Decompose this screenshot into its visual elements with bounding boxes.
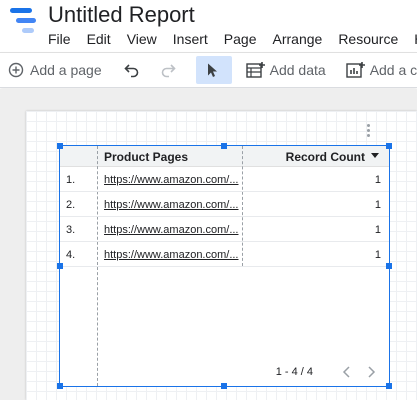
column-header-record-count[interactable]: Record Count (286, 150, 365, 164)
app-logo-icon[interactable] (10, 6, 38, 34)
row-number: 4. (66, 249, 76, 261)
row-number: 3. (66, 224, 76, 236)
product-page-link[interactable]: https://www.amazon.com/... (104, 174, 239, 186)
add-data-icon (245, 60, 266, 80)
pagination-text: 1 - 4 / 4 (275, 366, 313, 378)
column-header-product-pages[interactable]: Product Pages (104, 150, 188, 164)
product-page-link[interactable]: https://www.amazon.com/... (104, 224, 239, 236)
add-chart-button[interactable]: Add a chart (340, 56, 417, 84)
menu-insert[interactable]: Insert (165, 30, 216, 48)
table-header: Product Pages Record Count (60, 146, 389, 167)
redo-icon (158, 60, 178, 80)
table-row[interactable]: 3. https://www.amazon.com/... 1 (60, 217, 389, 242)
toolbar: Add a page Add data Add a chart (0, 52, 417, 88)
record-count-value: 1 (374, 199, 381, 211)
menu-help[interactable]: He (406, 30, 417, 48)
add-page-label: Add a page (30, 62, 102, 78)
table-chart[interactable]: Product Pages Record Count 1. https://ww… (57, 143, 392, 389)
add-data-label: Add data (269, 62, 326, 78)
record-count-value: 1 (374, 224, 381, 236)
table-row[interactable]: 1. https://www.amazon.com/... 1 (60, 167, 389, 192)
add-data-button[interactable]: Add data (240, 56, 332, 84)
report-title[interactable]: Untitled Report (48, 2, 195, 28)
menu-page[interactable]: Page (216, 30, 265, 48)
chevron-left-icon[interactable] (339, 364, 355, 380)
undo-button[interactable] (116, 56, 152, 84)
undo-icon (122, 60, 142, 80)
select-tool-button[interactable] (195, 56, 232, 84)
table-pagination: 1 - 4 / 4 (276, 364, 379, 380)
add-page-button[interactable]: Add a page (0, 56, 108, 84)
add-chart-label: Add a chart (369, 62, 417, 78)
resize-handle[interactable] (57, 263, 63, 269)
product-page-link[interactable]: https://www.amazon.com/... (104, 199, 239, 211)
table-row[interactable]: 2. https://www.amazon.com/... 1 (60, 192, 389, 217)
table-row[interactable]: 4. https://www.amazon.com/... 1 (60, 242, 389, 267)
menu-resource[interactable]: Resource (330, 30, 406, 48)
menu-file[interactable]: File (40, 30, 79, 48)
menu-edit[interactable]: Edit (79, 30, 119, 48)
resize-handle[interactable] (57, 143, 63, 149)
menu-bar: File Edit View Insert Page Arrange Resou… (40, 30, 417, 48)
menu-view[interactable]: View (119, 30, 165, 48)
resize-handle[interactable] (386, 143, 392, 149)
add-chart-icon (345, 60, 366, 80)
resize-handle[interactable] (386, 383, 392, 389)
sort-desc-icon[interactable] (371, 153, 379, 158)
record-count-value: 1 (374, 174, 381, 186)
resize-handle[interactable] (221, 383, 227, 389)
add-page-icon (6, 60, 26, 80)
chevron-right-icon[interactable] (363, 364, 379, 380)
resize-handle[interactable] (221, 143, 227, 149)
row-number: 1. (66, 174, 76, 186)
product-page-link[interactable]: https://www.amazon.com/... (104, 249, 239, 261)
record-count-value: 1 (374, 249, 381, 261)
resize-handle[interactable] (386, 263, 392, 269)
row-number: 2. (66, 199, 76, 211)
menu-arrange[interactable]: Arrange (265, 30, 331, 48)
more-vert-icon[interactable] (366, 124, 372, 138)
redo-button[interactable] (152, 56, 188, 84)
select-pointer-icon (202, 60, 222, 80)
resize-handle[interactable] (57, 383, 63, 389)
